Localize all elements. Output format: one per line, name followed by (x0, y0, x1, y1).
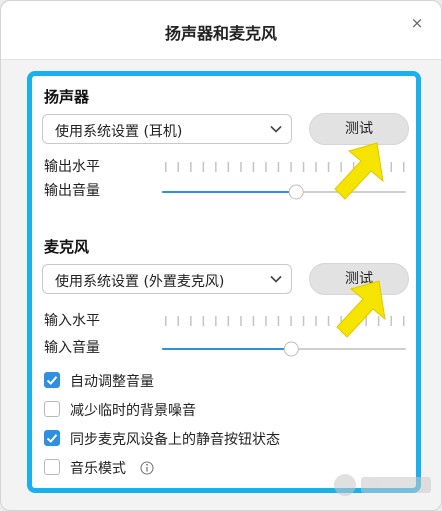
level-tick (265, 162, 267, 172)
level-tick (302, 162, 305, 172)
level-tick (215, 162, 217, 172)
level-tick (290, 162, 292, 172)
output-volume-label: 输出音量 (44, 183, 100, 199)
level-tick (165, 162, 167, 172)
chevron-down-icon (270, 275, 282, 283)
level-tick (252, 316, 255, 326)
level-tick (190, 162, 192, 172)
info-icon[interactable] (140, 461, 154, 475)
input-level-label: 输入水平 (44, 313, 100, 329)
level-tick (315, 162, 317, 172)
level-tick (202, 316, 205, 326)
level-tick (403, 162, 405, 172)
level-tick (390, 162, 392, 172)
microphone-section-title: 麦克风 (44, 238, 90, 256)
slider-thumb (283, 341, 299, 357)
speaker-device-value: 使用系统设置 (耳机) (55, 124, 183, 140)
checkmark-icon (46, 376, 58, 385)
level-tick (327, 316, 330, 326)
slider-fill (162, 191, 297, 193)
level-tick (227, 162, 230, 172)
speaker-section-title: 扬声器 (44, 88, 90, 106)
level-tick (277, 162, 280, 172)
checkbox[interactable] (44, 430, 60, 446)
checkmark-icon (46, 434, 58, 443)
level-tick (315, 316, 317, 326)
level-tick (190, 316, 192, 326)
speaker-mic-dialog: 扬声器和麦克风 × 扬声器 使用系统设置 (耳机) 测试 输出水平 输出音量 麦… (0, 0, 442, 511)
level-tick (265, 316, 267, 326)
microphone-device-value: 使用系统设置 (外置麦克风) (55, 274, 225, 290)
level-tick (302, 316, 305, 326)
level-tick (240, 316, 242, 326)
slider-fill (162, 348, 292, 350)
level-tick (215, 316, 217, 326)
level-tick (165, 316, 167, 326)
checkbox[interactable] (44, 401, 60, 417)
option-label: 音乐模式 (70, 461, 126, 477)
level-tick (177, 316, 179, 326)
watermark-logo (334, 474, 431, 496)
checkbox[interactable] (44, 372, 60, 388)
microphone-device-select[interactable]: 使用系统设置 (外置麦克风) (42, 264, 292, 294)
level-tick (240, 162, 242, 172)
level-tick (290, 316, 292, 326)
slider-thumb (288, 184, 304, 200)
checkbox[interactable] (44, 459, 60, 475)
option-label: 同步麦克风设备上的静音按钮状态 (70, 432, 280, 448)
level-tick (277, 316, 280, 326)
option-label: 自动调整音量 (70, 374, 154, 390)
output-level-label: 输出水平 (44, 159, 100, 175)
level-tick (403, 316, 405, 326)
input-volume-slider[interactable] (162, 341, 406, 357)
input-volume-label: 输入音量 (44, 340, 100, 356)
level-tick (252, 162, 255, 172)
arrow-annotation-icon (336, 280, 386, 338)
level-tick (227, 316, 230, 326)
speaker-device-select[interactable]: 使用系统设置 (耳机) (42, 114, 292, 144)
option-label: 减少临时的背景噪音 (70, 403, 196, 419)
level-tick (177, 162, 179, 172)
level-tick (202, 162, 205, 172)
dialog-title: 扬声器和麦克风 (164, 24, 277, 43)
title-bar: 扬声器和麦克风 × (1, 1, 441, 60)
chevron-down-icon (270, 125, 282, 133)
arrow-annotation-icon (334, 142, 384, 200)
close-icon[interactable]: × (407, 13, 427, 33)
